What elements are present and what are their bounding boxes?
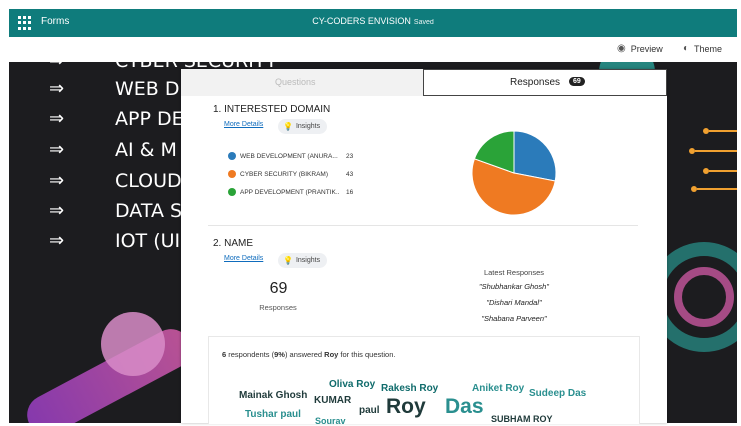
word-cloud-term[interactable]: Sudeep Das — [529, 388, 586, 399]
preview-button[interactable]: ◉ Preview — [617, 43, 663, 54]
word-cloud-term[interactable]: paul — [359, 405, 380, 416]
latest-response: "Shabana Parveen" — [481, 314, 547, 323]
pie-slice[interactable] — [513, 130, 557, 182]
respondents-summary: 6 respondents (9%) answered Roy for this… — [222, 350, 396, 359]
latest-response: "Dishari Mandal" — [486, 298, 542, 307]
legend-item: APP DEVELOPMENT (PRANTIK... 16 — [228, 188, 353, 196]
tab-responses-label: Responses — [510, 77, 561, 88]
bg-row: ⇒ IOT (UI — [49, 230, 181, 252]
tab-questions[interactable]: Questions — [181, 69, 423, 96]
theme-button[interactable]: ◐ Theme — [683, 43, 722, 54]
bg-row: ⇒ AI & M — [49, 139, 177, 161]
word-cloud-term[interactable]: Roy — [386, 395, 426, 419]
word-cloud-term[interactable]: Aniket Roy — [472, 383, 524, 394]
bg-row: ⇒ DATA S — [49, 200, 183, 222]
tab-responses[interactable]: Responses 69 — [423, 69, 667, 96]
responses-count-badge: 69 — [569, 77, 585, 86]
word-cloud-panel: 6 respondents (9%) answered Roy for this… — [208, 336, 640, 426]
toolbar: ◉ Preview ◐ Theme — [9, 37, 737, 62]
word-cloud-term[interactable]: KUMAR — [314, 395, 351, 406]
legend-swatch — [228, 170, 236, 178]
decorative-circle — [101, 312, 165, 376]
divider — [208, 225, 638, 226]
question-1-title: 1. INTERESTED DOMAIN — [213, 104, 331, 115]
legend-swatch — [228, 152, 236, 160]
q1-more-details-link[interactable]: More Details — [224, 121, 263, 128]
decorative-ring — [674, 267, 734, 327]
domain-pie-chart — [471, 130, 557, 216]
preview-label: Preview — [630, 43, 663, 54]
q1-insights-button[interactable]: 💡 Insights — [278, 119, 328, 134]
response-count: 69 — [269, 280, 288, 297]
q2-more-details-link[interactable]: More Details — [224, 255, 263, 262]
lightbulb-icon: 💡 — [283, 256, 293, 265]
bg-row: ⇒ APP DE — [49, 108, 184, 130]
word-cloud-term[interactable]: Sourav — [315, 416, 346, 426]
lightbulb-icon: 💡 — [283, 122, 293, 131]
word-cloud-term[interactable]: Oliva Roy — [329, 379, 375, 390]
word-cloud-term[interactable]: Mainak Ghosh — [239, 390, 307, 401]
legend-item: CYBER SECURITY (BIKRAM) 43 — [228, 170, 353, 178]
palette-icon: ◐ — [683, 43, 690, 54]
question-2-title: 2. NAME — [213, 238, 254, 249]
responses-card: Questions Responses 69 1. INTERESTED DOM… — [181, 69, 667, 426]
word-cloud-term[interactable]: Rakesh Roy — [381, 383, 438, 394]
theme-label: Theme — [694, 43, 723, 54]
response-count-label: Responses — [259, 303, 297, 312]
save-status: Saved — [413, 19, 434, 26]
latest-response: "Shubhankar Ghosh" — [479, 282, 549, 291]
q2-insights-button[interactable]: 💡 Insights — [278, 253, 328, 268]
eye-icon: ◉ — [617, 43, 626, 54]
tab-bar: Questions Responses 69 — [181, 69, 667, 96]
bg-row: ⇒ CLOUD — [49, 170, 182, 192]
latest-responses-heading: Latest Responses — [483, 268, 545, 277]
word-cloud-term[interactable]: Das — [445, 395, 484, 419]
word-cloud-term[interactable]: Tushar paul — [245, 409, 301, 420]
legend-item: WEB DEVELOPMENT (ANURA... 23 — [228, 152, 353, 160]
app-header: Forms CY-CODERS ENVISION Saved — [9, 9, 737, 37]
form-title-bar: CY-CODERS ENVISION Saved — [9, 16, 737, 26]
circuit-decoration — [689, 102, 737, 202]
form-title[interactable]: CY-CODERS ENVISION — [312, 16, 411, 26]
legend-swatch — [228, 188, 236, 196]
